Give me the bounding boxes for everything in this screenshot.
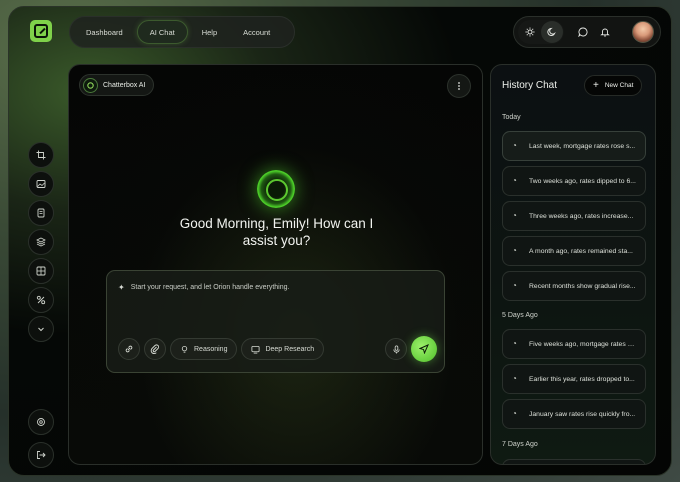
stack-icon[interactable] (28, 229, 54, 255)
moon-icon[interactable] (541, 21, 563, 43)
history-item[interactable]: ◔ A month ago, rates remained sta... (502, 236, 646, 266)
history-item[interactable]: ◔ Five weeks ago, mortgage rates a... (502, 329, 646, 359)
reasoning-button[interactable]: Reasoning (170, 338, 238, 360)
deep-research-label: Deep Research (265, 345, 315, 353)
nav-help[interactable]: Help (190, 20, 229, 44)
avatar[interactable] (632, 21, 654, 43)
app-window: Dashboard AI Chat Help Account Chatterbo… (8, 6, 672, 476)
sidebar (28, 142, 54, 342)
microphone-icon (392, 344, 400, 354)
chevron-down-icon[interactable] (28, 316, 54, 342)
section-today: Today (502, 114, 521, 121)
more-vertical-icon (458, 82, 460, 90)
sidebar-bottom (28, 409, 54, 468)
chat-panel: Chatterbox AI Good Morning, Emily! How c… (68, 64, 483, 465)
history-title: History Chat (502, 80, 558, 91)
paperclip-icon (150, 344, 159, 354)
bot-icon (83, 77, 98, 93)
chat-bubble-icon: ◔ (512, 176, 517, 185)
chat-bubble-icon: ◔ (512, 246, 517, 255)
model-chip-label: Chatterbox AI (103, 81, 146, 89)
nav-account[interactable]: Account (231, 20, 282, 44)
reasoning-label: Reasoning (194, 345, 228, 353)
chat-bubble-icon: ◔ (512, 409, 517, 418)
nav-dashboard[interactable]: Dashboard (74, 20, 135, 44)
send-button[interactable] (411, 336, 437, 362)
prompt-input[interactable]: ✦ Start your request, and let Orion hand… (118, 283, 289, 292)
history-panel: History Chat + New Chat Today ◔ Last wee… (490, 64, 656, 465)
sun-icon[interactable] (519, 21, 541, 43)
greeting-heading: Good Morning, Emily! How can I assist yo… (179, 216, 374, 248)
new-chat-button[interactable]: + New Chat (584, 75, 643, 96)
nav-ai-chat[interactable]: AI Chat (136, 20, 188, 44)
document-icon[interactable] (28, 200, 54, 226)
prompt-composer[interactable]: ✦ Start your request, and let Orion hand… (106, 270, 445, 373)
grid-icon[interactable] (28, 258, 54, 284)
history-item[interactable]: ◔ Two weeks ago, rates dipped to 6... (502, 166, 646, 196)
history-item[interactable]: ◔ Last week, mortgage rates rose s... (502, 131, 646, 161)
composer-tools: Reasoning Deep Research (118, 338, 325, 360)
chat-bubble-icon: ◔ (512, 339, 517, 348)
chat-bubble-icon: ◔ (512, 211, 517, 220)
crop-icon[interactable] (28, 142, 54, 168)
model-chip[interactable]: Chatterbox AI (79, 74, 155, 96)
history-item[interactable]: ◔ Three weeks ago, rates increase... (502, 201, 646, 231)
bell-icon[interactable] (594, 21, 616, 43)
history-item[interactable]: ◔ January saw rates rise quickly fro... (502, 399, 646, 429)
chat-icon[interactable] (572, 21, 594, 43)
chat-bubble-icon: ◔ (512, 374, 517, 383)
microphone-button[interactable] (385, 338, 407, 360)
settings-icon[interactable] (28, 409, 54, 435)
theme-toggle[interactable] (518, 20, 564, 44)
sparkle-icon: ✦ (118, 283, 125, 292)
section-5-days-ago: 5 Days Ago (502, 312, 538, 319)
attach-link-button[interactable] (118, 338, 140, 360)
logout-icon[interactable] (28, 442, 54, 468)
history-item[interactable]: ◔ Recent months show gradual rise... (502, 271, 646, 301)
deep-research-button[interactable]: Deep Research (241, 338, 325, 360)
prompt-placeholder: Start your request, and let Orion handle… (130, 284, 290, 291)
top-right-toolbar (513, 16, 661, 48)
top-navigation: Dashboard AI Chat Help Account (69, 16, 295, 48)
section-7-days-ago: 7 Days Ago (502, 441, 538, 448)
send-icon (419, 344, 429, 354)
ai-orb (257, 170, 295, 208)
image-icon[interactable] (28, 171, 54, 197)
more-options-button[interactable] (447, 74, 471, 98)
new-chat-label: New Chat (604, 82, 634, 89)
bulb-icon (181, 345, 188, 353)
history-item[interactable]: ◔ Earlier this year, rates dropped to... (502, 364, 646, 394)
research-icon (251, 345, 260, 354)
link-icon (125, 345, 133, 353)
plus-icon: + (593, 79, 599, 91)
app-logo[interactable] (30, 20, 52, 42)
percent-icon[interactable] (28, 287, 54, 313)
attach-file-button[interactable] (144, 338, 166, 360)
history-item[interactable] (502, 459, 646, 464)
chat-bubble-icon: ◔ (512, 141, 517, 150)
chat-bubble-icon: ◔ (512, 281, 517, 290)
